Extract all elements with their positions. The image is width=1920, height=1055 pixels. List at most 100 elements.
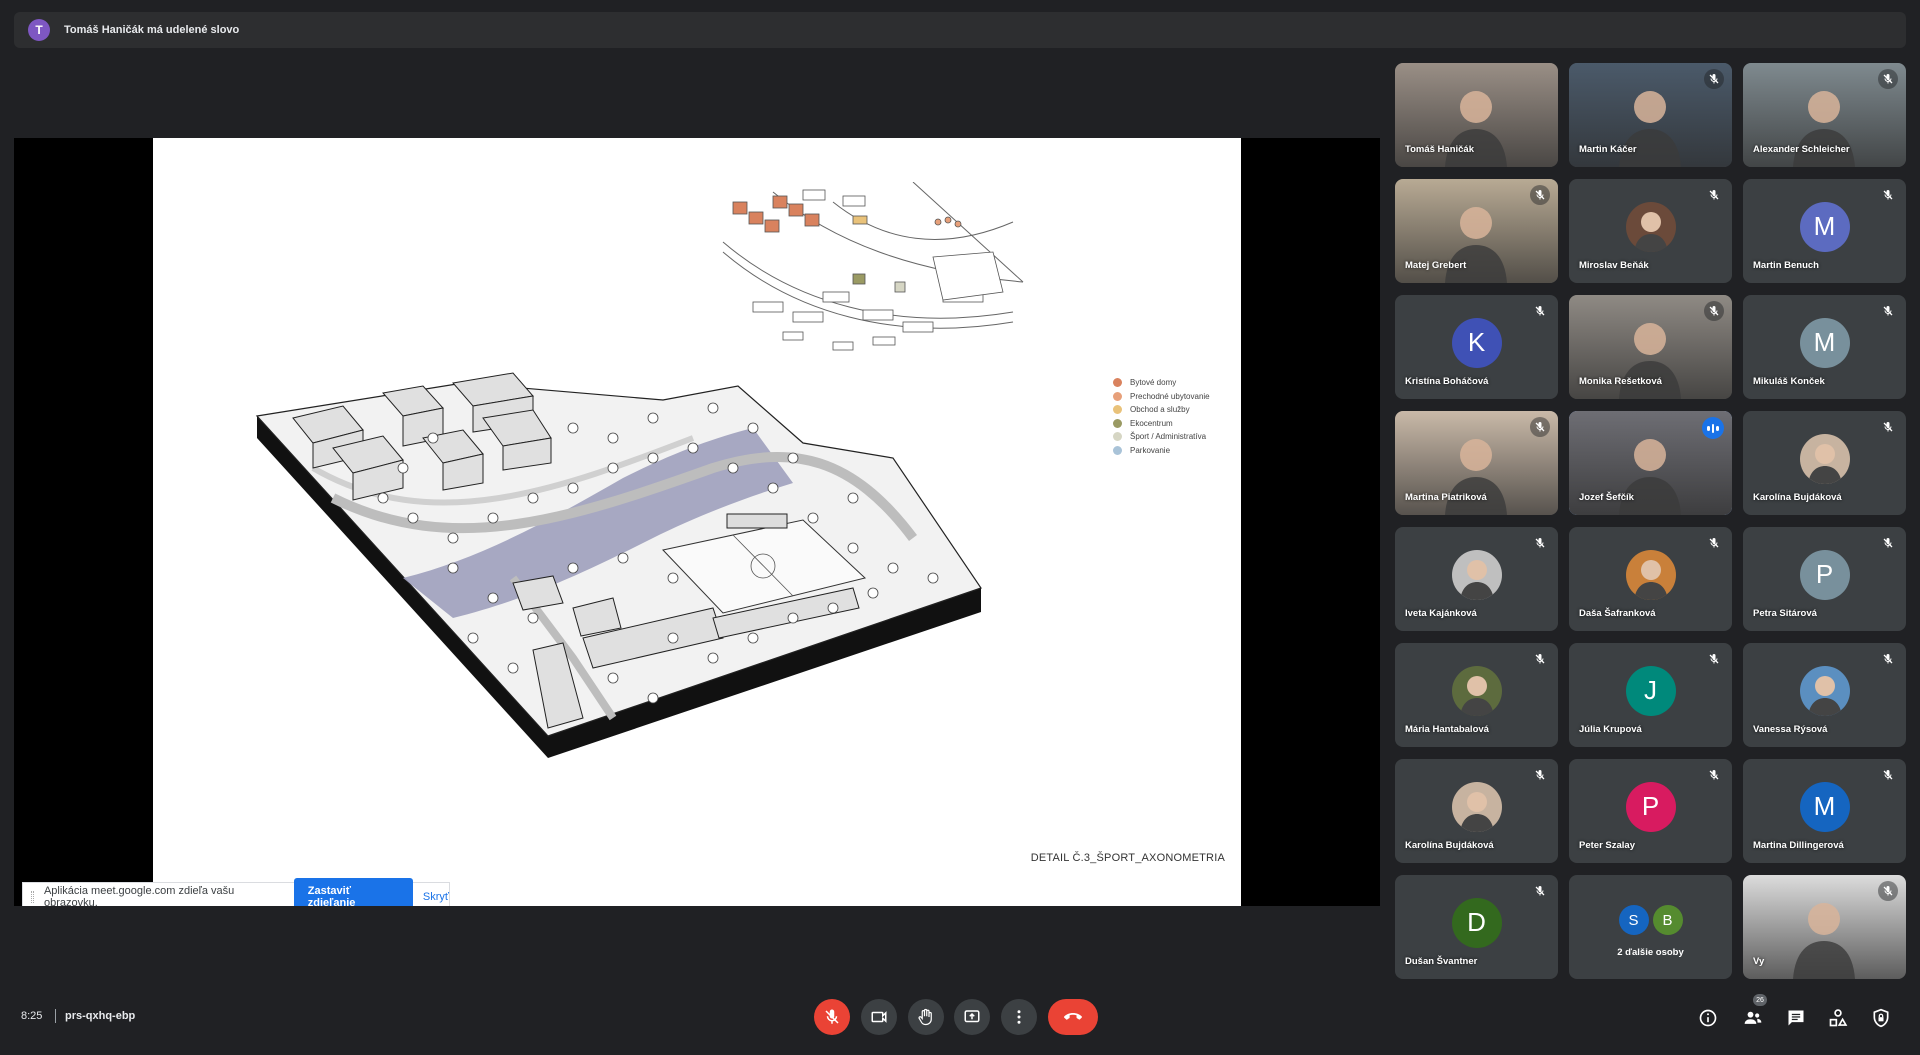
avatar: P [1799, 549, 1850, 600]
avatar [1625, 201, 1676, 252]
tree-mark [647, 412, 659, 424]
people-count-badge: 26 [1753, 994, 1767, 1006]
legend-swatch [1113, 391, 1122, 401]
tree-mark [747, 632, 759, 644]
legend-label: Bytové domy [1130, 378, 1177, 387]
mic-off-icon [1535, 190, 1545, 200]
tree-mark [667, 632, 679, 644]
present-screen-button[interactable] [954, 999, 990, 1035]
tree-mark [687, 442, 699, 454]
shield-lock-icon [1873, 1008, 1889, 1028]
leave-call-button[interactable] [1048, 999, 1098, 1035]
muted-indicator [1878, 417, 1898, 437]
tree-mark [807, 512, 819, 524]
participant-tile[interactable]: SB 2 ďalšie osoby [1569, 875, 1732, 979]
hang-up-icon [1063, 1013, 1082, 1020]
notification-avatar: T [28, 19, 50, 41]
tree-mark [447, 532, 459, 544]
participant-name: Daša Šafranková [1579, 608, 1656, 619]
participant-tile[interactable]: Mária Hantabalová [1395, 643, 1558, 747]
drag-handle[interactable] [31, 891, 34, 903]
participant-tile[interactable]: Karolína Bujdáková [1395, 759, 1558, 863]
participant-tile[interactable]: Tomáš Haničák [1395, 63, 1558, 167]
info-icon [1699, 1009, 1717, 1027]
participant-tile[interactable]: Vanessa Rýsová [1743, 643, 1906, 747]
participant-tile[interactable]: D Dušan Švantner [1395, 875, 1558, 979]
muted-indicator [1530, 301, 1550, 321]
tree-mark [427, 432, 439, 444]
more-options-button[interactable] [1001, 999, 1037, 1035]
mic-off-icon [1883, 770, 1893, 780]
participant-grid: Tomáš Haničák Martin Káčer Alexander Schle… [1395, 63, 1906, 979]
participant-tile[interactable]: M Mikuláš Konček [1743, 295, 1906, 399]
tree-mark [707, 402, 719, 414]
muted-indicator [1530, 417, 1550, 437]
participant-tile[interactable]: Alexander Schleicher [1743, 63, 1906, 167]
participant-name: Martin Káčer [1579, 144, 1637, 155]
people-button[interactable] [1742, 1007, 1764, 1029]
participant-tile[interactable]: P Peter Szalay [1569, 759, 1732, 863]
participant-tile[interactable]: Monika Rešetková [1569, 295, 1732, 399]
context-map [722, 182, 1024, 351]
camera-toggle-button[interactable] [861, 999, 897, 1035]
tree-mark [647, 452, 659, 464]
participant-tile[interactable]: K Kristína Boháčová [1395, 295, 1558, 399]
activities-button[interactable] [1827, 1007, 1849, 1029]
participant-name: Vanessa Rýsová [1753, 724, 1828, 735]
participant-name: Martin Benuch [1753, 260, 1819, 271]
chat-button[interactable] [1785, 1007, 1807, 1029]
mic-off-icon [1883, 538, 1893, 548]
legend-swatch [1113, 432, 1122, 441]
hide-banner-link[interactable]: Skryť [423, 891, 449, 903]
avatar: M [1799, 317, 1850, 368]
participant-tile[interactable]: Miroslav Beňák [1569, 179, 1732, 283]
muted-indicator [1530, 649, 1550, 669]
muted-indicator [1704, 649, 1724, 669]
muted-indicator [1704, 185, 1724, 205]
mic-off-icon [825, 1009, 839, 1024]
tree-mark [607, 432, 619, 444]
notification-bar: T Tomáš Haničák má udelené slovo [14, 12, 1906, 48]
participant-name: Karolína Bujdáková [1753, 492, 1842, 503]
tree-mark [527, 612, 539, 624]
microphone-toggle-button[interactable] [814, 999, 850, 1035]
more-participants-label: 2 ďalšie osoby [1617, 947, 1684, 958]
participant-tile[interactable]: M Martina Dillingerová [1743, 759, 1906, 863]
avatar: B [1652, 905, 1683, 935]
tree-mark [787, 452, 799, 464]
participant-tile[interactable]: Vy [1743, 875, 1906, 979]
participant-tile[interactable]: J Júlia Krupová [1569, 643, 1732, 747]
participant-name: Petra Sitárová [1753, 608, 1817, 619]
participant-tile[interactable]: Jozef Šefčík [1569, 411, 1732, 515]
tree-mark [527, 492, 539, 504]
participant-tile[interactable]: Martin Káčer [1569, 63, 1732, 167]
participant-tile[interactable]: Daša Šafranková [1569, 527, 1732, 631]
host-controls-button[interactable] [1870, 1007, 1892, 1029]
participant-name: Mária Hantabalová [1405, 724, 1489, 735]
mic-off-icon [1709, 654, 1719, 664]
participant-tile[interactable]: Matej Grebert [1395, 179, 1558, 283]
avatar: S [1618, 905, 1649, 935]
participant-tile[interactable]: Martina Piatriková [1395, 411, 1558, 515]
meeting-details-button[interactable] [1697, 1007, 1719, 1029]
tree-mark [447, 562, 459, 574]
stop-sharing-button[interactable]: Zastaviť zdieľanie [293, 878, 413, 906]
muted-indicator [1704, 301, 1724, 321]
participant-tile[interactable]: Karolína Bujdáková [1743, 411, 1906, 515]
muted-indicator [1530, 185, 1550, 205]
muted-indicator [1878, 533, 1898, 553]
muted-indicator [1530, 533, 1550, 553]
avatar: M [1799, 201, 1850, 252]
raise-hand-button[interactable] [908, 999, 944, 1035]
mic-off-icon [1709, 190, 1719, 200]
participant-tile[interactable]: P Petra Sitárová [1743, 527, 1906, 631]
participant-tile[interactable]: Iveta Kajánková [1395, 527, 1558, 631]
tree-mark [747, 422, 759, 434]
avatar: D [1451, 897, 1502, 948]
participant-name: Júlia Krupová [1579, 724, 1642, 735]
tree-mark [407, 512, 419, 524]
participant-name: Martina Dillingerová [1753, 840, 1844, 851]
mic-off-icon [1535, 422, 1545, 432]
tree-mark [787, 612, 799, 624]
participant-tile[interactable]: M Martin Benuch [1743, 179, 1906, 283]
